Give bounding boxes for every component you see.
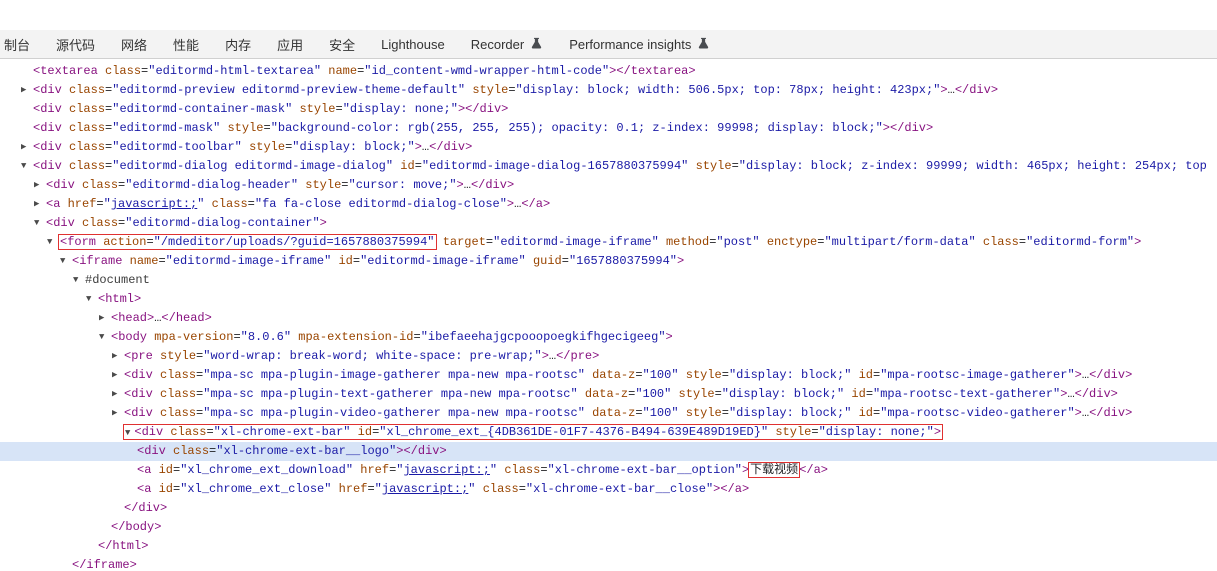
- tab-label: Lighthouse: [381, 37, 445, 52]
- expand-arrow-icon[interactable]: ▶: [34, 176, 39, 195]
- expand-arrow-icon[interactable]: ▶: [112, 385, 117, 404]
- collapse-arrow-icon[interactable]: ▼: [60, 252, 65, 271]
- dom-tree-row[interactable]: </div>: [0, 499, 1217, 518]
- dom-tree-row[interactable]: <a id="xl_chrome_ext_download" href="jav…: [0, 461, 1217, 480]
- expand-arrow-icon[interactable]: ▶: [34, 195, 39, 214]
- expand-arrow-icon[interactable]: ▶: [99, 309, 104, 328]
- collapse-arrow-icon[interactable]: ▼: [125, 428, 130, 438]
- dom-tree-row[interactable]: ▼#document: [0, 271, 1217, 290]
- dom-tree-row[interactable]: ▼<body mpa-version="8.0.6" mpa-extension…: [0, 328, 1217, 347]
- javascript-link[interactable]: javascript:;: [111, 197, 197, 211]
- expand-arrow-icon[interactable]: ▶: [21, 138, 26, 157]
- dom-tree-row[interactable]: <textarea class="editormd-html-textarea"…: [0, 62, 1217, 81]
- expand-arrow-icon[interactable]: ▶: [112, 347, 117, 366]
- dom-tree-row[interactable]: ▶<pre style="word-wrap: break-word; whit…: [0, 347, 1217, 366]
- expand-arrow-icon[interactable]: ▶: [21, 81, 26, 100]
- tab-console[interactable]: 制台: [0, 30, 43, 58]
- tab-application[interactable]: 应用: [264, 30, 316, 58]
- tab-performance[interactable]: 性能: [160, 30, 212, 58]
- dom-tree-row[interactable]: </iframe>: [0, 556, 1217, 571]
- collapse-arrow-icon[interactable]: ▼: [47, 233, 52, 252]
- dom-tree-row[interactable]: ▶<a href="javascript:;" class="fa fa-clo…: [0, 195, 1217, 214]
- dom-tree-row[interactable]: ▶<div class="mpa-sc mpa-plugin-video-gat…: [0, 404, 1217, 423]
- tab-recorder[interactable]: Recorder: [458, 30, 556, 58]
- tab-sources[interactable]: 源代码: [43, 30, 108, 58]
- tab-label: 安全: [329, 35, 355, 54]
- tab-label: 网络: [121, 35, 147, 54]
- tab-label: 性能: [173, 35, 199, 54]
- tab-label: Recorder: [471, 37, 524, 52]
- dom-tree-row[interactable]: <a id="xl_chrome_ext_close" href="javasc…: [0, 480, 1217, 499]
- dom-tree-row[interactable]: ▶<head>…</head>: [0, 309, 1217, 328]
- flask-experiment-icon: [697, 36, 710, 53]
- tab-label: 应用: [277, 35, 303, 54]
- collapse-arrow-icon[interactable]: ▼: [21, 157, 26, 176]
- annotation-box: ▼<div class="xl-chrome-ext-bar" id="xl_c…: [124, 425, 942, 439]
- dom-tree-row[interactable]: ▶<div class="editormd-dialog-header" sty…: [0, 176, 1217, 195]
- tab-label: Performance insights: [569, 37, 691, 52]
- javascript-link[interactable]: javascript:;: [382, 482, 468, 496]
- expand-arrow-icon[interactable]: ▶: [112, 366, 117, 385]
- collapse-arrow-icon[interactable]: ▼: [73, 271, 78, 290]
- dom-tree-row[interactable]: ▼<iframe name="editormd-image-iframe" id…: [0, 252, 1217, 271]
- javascript-link[interactable]: javascript:;: [403, 463, 489, 477]
- flask-experiment-icon: [530, 36, 543, 53]
- devtools-window: 制台 源代码 网络 性能 内存 应用 安全 Lighthouse Recorder Perform…: [0, 0, 1217, 571]
- tab-security[interactable]: 安全: [316, 30, 368, 58]
- tab-memory[interactable]: 内存: [212, 30, 264, 58]
- dom-tree-row[interactable]: ▼ <form action="/mdeditor/uploads/?guid=1…: [0, 233, 1217, 252]
- collapse-arrow-icon[interactable]: ▼: [99, 328, 104, 347]
- tab-label: 内存: [225, 35, 251, 54]
- browser-top-strip: [0, 0, 1217, 30]
- dom-tree-row[interactable]: </body>: [0, 518, 1217, 537]
- dom-tree-row[interactable]: ▼<div class="editormd-dialog-container">: [0, 214, 1217, 233]
- dom-tree-row[interactable]: ▶<div class="mpa-sc mpa-plugin-image-gat…: [0, 366, 1217, 385]
- collapse-arrow-icon[interactable]: ▼: [86, 290, 91, 309]
- dom-tree-row[interactable]: <div class="editormd-mask" style="backgr…: [0, 119, 1217, 138]
- tab-network[interactable]: 网络: [108, 30, 160, 58]
- dom-tree-row[interactable]: ▶<div class="editormd-toolbar" style="di…: [0, 138, 1217, 157]
- expand-arrow-icon[interactable]: ▶: [112, 404, 117, 423]
- tab-label: 制台: [4, 35, 30, 54]
- dom-tree-row[interactable]: ▶<div class="mpa-sc mpa-plugin-text-gath…: [0, 385, 1217, 404]
- tab-performance-insights[interactable]: Performance insights: [556, 30, 723, 58]
- annotation-box: 下载视频: [749, 463, 799, 477]
- elements-tree: <textarea class="editormd-html-textarea"…: [0, 59, 1217, 571]
- dom-tree-row[interactable]: </html>: [0, 537, 1217, 556]
- dom-tree-row[interactable]: <div class="editormd-container-mask" sty…: [0, 100, 1217, 119]
- dom-tree-row[interactable]: ▼<div class="editormd-dialog editormd-im…: [0, 157, 1217, 176]
- dom-tree-row[interactable]: ▼<div class="xl-chrome-ext-bar" id="xl_c…: [0, 423, 1217, 442]
- dom-tree-row[interactable]: ▶<div class="editormd-preview editormd-p…: [0, 81, 1217, 100]
- tab-lighthouse[interactable]: Lighthouse: [368, 30, 458, 58]
- dom-tree-row[interactable]: ▼<html>: [0, 290, 1217, 309]
- annotation-box: <form action="/mdeditor/uploads/?guid=16…: [59, 235, 436, 249]
- dom-tree-row[interactable]: <div class="xl-chrome-ext-bar__logo"></d…: [0, 442, 1217, 461]
- devtools-tab-bar: 制台 源代码 网络 性能 内存 应用 安全 Lighthouse Recorder Perform…: [0, 30, 1217, 59]
- tab-label: 源代码: [56, 35, 95, 54]
- collapse-arrow-icon[interactable]: ▼: [34, 214, 39, 233]
